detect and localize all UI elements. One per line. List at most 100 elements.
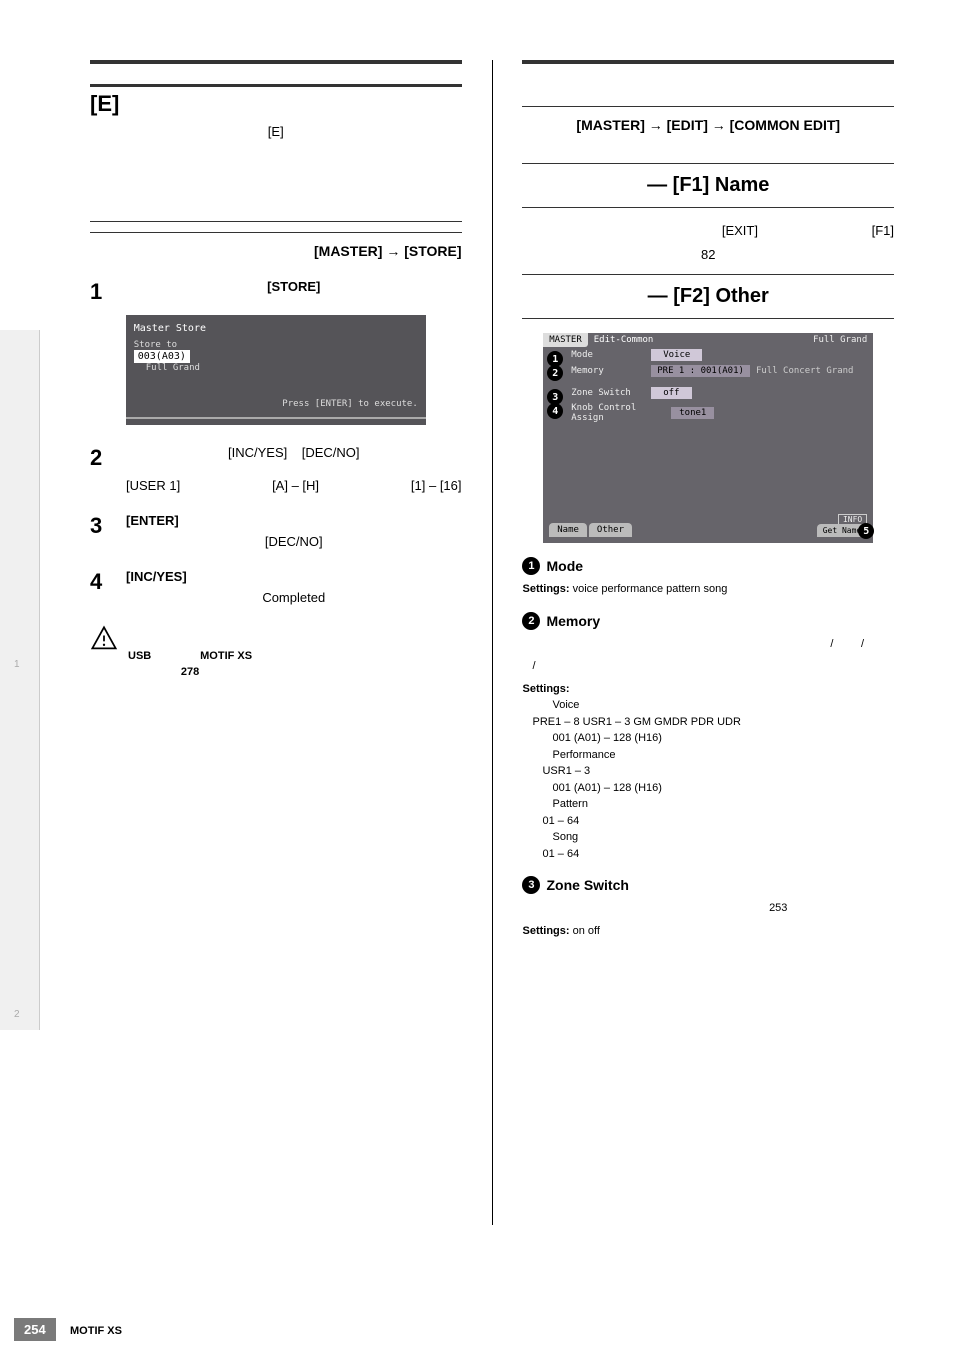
lcd2-tab: MASTER <box>543 333 588 347</box>
warn-model: MOTIF XS <box>200 650 252 662</box>
warn-page: 278 <box>181 666 199 678</box>
param-memory: 2 Memory <box>522 612 894 630</box>
step-1-text: [STORE] <box>267 279 320 294</box>
step4-b: Completed <box>262 590 325 605</box>
side-tabs: 1 2 <box>0 0 40 1225</box>
columns: [E] [E] [MASTER] → [STORE] 1 [STORE] Mas… <box>40 0 954 1225</box>
left-column: [E] [E] [MASTER] → [STORE] 1 [STORE] Mas… <box>70 60 482 1225</box>
s-mem-v2a: USR1 – 3 <box>522 763 894 780</box>
r-rule-1 <box>522 106 894 107</box>
s-zone-vals: on off <box>573 925 600 937</box>
warning: USB MOTIF XS 278 <box>90 625 462 680</box>
s-mem-v4: Song <box>522 829 894 846</box>
f1-82: 82 <box>522 246 894 264</box>
step-4-num: 4 <box>90 569 110 605</box>
lcd-store: Master Store Store to 003(A03) Full Gran… <box>126 315 426 425</box>
step-3: 3 [ENTER] [DEC/NO] <box>90 513 462 549</box>
product-name: MOTIF XS <box>70 1325 122 1337</box>
tab-num-1: 1 <box>14 659 20 670</box>
step-2-body: [INC/YES] [DEC/NO] [USER 1] [A] – [H] [1… <box>126 445 462 493</box>
lcd2-r1-val: Voice <box>651 349 702 361</box>
step2-b: [DEC/NO] <box>302 445 360 460</box>
section-e-header: [E] <box>90 84 462 117</box>
step2-d: [A] – [H] <box>272 478 319 493</box>
side-tab-2: 2 <box>0 680 40 1030</box>
warning-text: USB MOTIF XS 278 <box>128 625 252 680</box>
memory-slashes: / / <box>522 636 894 653</box>
step3-b: [DEC/NO] <box>265 534 323 549</box>
sl1: / <box>830 638 833 650</box>
lcd1-num: 003(A03) <box>134 350 190 363</box>
page: 1 2 [E] [E] [MASTER] → [STORE] 1 [STORE]… <box>0 0 954 1225</box>
sl3: / <box>532 660 535 672</box>
step2-c: [USER 1] <box>126 478 180 493</box>
column-divider <box>492 60 493 1225</box>
s-mem-v2: Performance <box>522 747 894 764</box>
s-zone: Settings: <box>522 925 569 937</box>
step-3-body: [ENTER] [DEC/NO] <box>126 513 462 549</box>
step-1: 1 [STORE] <box>90 279 462 305</box>
lcd1-storeto: Store to <box>134 340 418 350</box>
callout-5: 5 <box>858 523 874 539</box>
tab-num-2: 2 <box>14 1009 20 1020</box>
s-mem: Settings: <box>522 683 569 695</box>
s-mem-v1a: PRE1 – 8 USR1 – 3 GM GMDR PDR UDR <box>522 714 894 731</box>
param-mode: 1 Mode <box>522 557 894 575</box>
s-mem-v1b: 001 (A01) – 128 (H16) <box>522 730 894 747</box>
lcd2-bt2: Other <box>589 523 632 537</box>
footer: 254 MOTIF XS <box>0 1311 954 1341</box>
side-tab-1: 1 <box>0 330 40 680</box>
lcd1-title: Master Store <box>134 323 418 334</box>
warn-usb: USB <box>128 650 151 662</box>
settings-zone: Settings: on off <box>522 923 894 940</box>
settings-memory: Settings: Voice PRE1 – 8 USR1 – 3 GM GMD… <box>522 681 894 863</box>
p-e-ref: [E] <box>90 123 462 141</box>
step-3-num: 3 <box>90 513 110 549</box>
f1-exit: [EXIT] <box>722 223 758 238</box>
step-4-body: [INC/YES] Completed <box>126 569 462 605</box>
s-mode: Settings: <box>522 583 569 595</box>
param-memory-num: 2 <box>522 612 540 630</box>
s-mode-vals: voice performance pattern song <box>573 583 728 595</box>
s-mem-v2b: 001 (A01) – 128 (H16) <box>522 780 894 797</box>
param-zone-num: 3 <box>522 876 540 894</box>
lcd2-r3-lbl: Zone Switch <box>571 388 651 398</box>
lcd2-r4-val: tone1 <box>671 407 714 419</box>
lcd2-right: Full Grand <box>807 333 873 347</box>
step2-a: [INC/YES] <box>228 445 287 460</box>
lcd2-r3-val: off <box>651 387 691 399</box>
lcd2-r2-rest: Full Concert Grand <box>756 366 854 376</box>
lcd2-r4-lbl: Knob Control Assign <box>571 403 671 423</box>
step3-a: [ENTER] <box>126 513 179 528</box>
param-zone-label: Zone Switch <box>546 877 628 893</box>
breadcrumb-store: [MASTER] → [STORE] <box>90 243 462 259</box>
lcd1-bar <box>126 417 426 419</box>
sl2: / <box>861 638 864 650</box>
step2-e: [1] – [16] <box>411 478 462 493</box>
param-mode-num: 1 <box>522 557 540 575</box>
step-1-num: 1 <box>90 279 110 305</box>
lcd1-name: Full Grand <box>146 363 418 373</box>
s-mem-v1: Voice <box>522 697 894 714</box>
rule-1 <box>90 221 462 222</box>
s-mem-v4a: 01 – 64 <box>522 846 894 863</box>
settings-memory-sl3: / <box>522 658 894 675</box>
right-column: [MASTER] → [EDIT] → [COMMON EDIT] — [F1]… <box>502 60 914 1225</box>
zone-253: 253 <box>522 900 894 917</box>
param-mode-label: Mode <box>546 558 583 574</box>
f1-key: [F1] <box>872 223 894 238</box>
s-mem-v3a: 01 – 64 <box>522 813 894 830</box>
step-2: 2 [INC/YES] [DEC/NO] [USER 1] [A] – [H] … <box>90 445 462 493</box>
page-number: 254 <box>14 1318 56 1341</box>
step4-a: [INC/YES] <box>126 569 187 584</box>
lcd2-r1-lbl: Mode <box>571 350 651 360</box>
lcd-edit-common: MASTER Edit-Common Full Grand ModeVoice … <box>543 333 873 543</box>
rule-top <box>90 60 462 64</box>
breadcrumb-edit: [MASTER] → [EDIT] → [COMMON EDIT] <box>522 117 894 133</box>
lcd2-r2-val: PRE 1 : 001(A01) <box>651 365 750 377</box>
lcd2-crumb: Edit-Common <box>588 333 660 347</box>
warning-icon <box>90 625 118 680</box>
param-memory-label: Memory <box>546 613 600 629</box>
rule-2 <box>90 232 462 233</box>
step-2-num: 2 <box>90 445 110 493</box>
